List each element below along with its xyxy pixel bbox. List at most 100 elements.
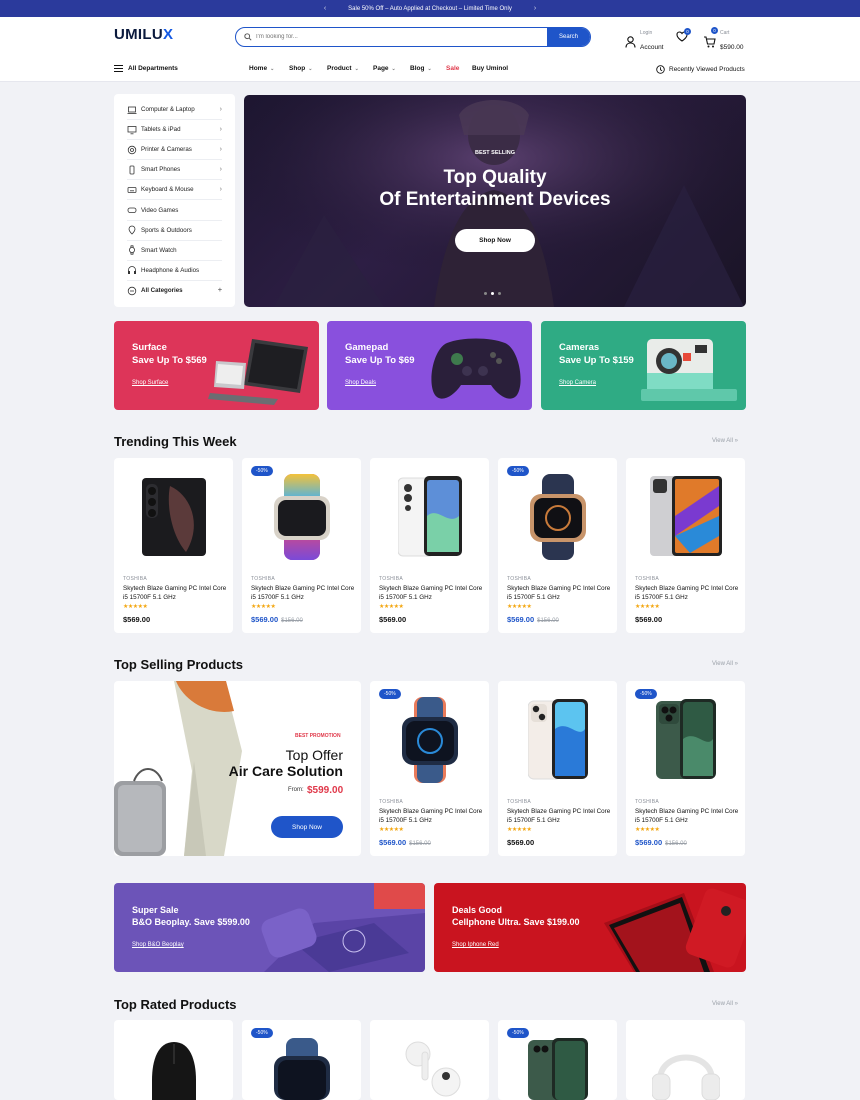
product-card[interactable]: -50% TOSHIBA Skytech Blaze Gaming PC Int…: [498, 458, 617, 633]
banner-link[interactable]: Shop Iphone Red: [452, 942, 499, 948]
nav-sale[interactable]: Sale: [446, 65, 459, 72]
promotion-card[interactable]: BEST PROMOTION Top Offer Air Care Soluti…: [114, 681, 361, 856]
hero-slider[interactable]: BEST SELLING Top Quality Of Entertainmen…: [244, 95, 746, 307]
sidebar-item-video-games[interactable]: Video Games: [127, 200, 222, 221]
sidebar-item-computer-laptop[interactable]: Computer & Laptop ›: [127, 100, 222, 121]
promo-link[interactable]: Shop Deals: [345, 380, 376, 386]
sidebar-item-label: Smart Phones: [141, 166, 181, 174]
price-current: $569.00: [379, 615, 407, 624]
product-brand: TOSHIBA: [507, 799, 531, 805]
price-original: $156.00: [537, 618, 559, 624]
trending-view-all-link[interactable]: View All »: [712, 438, 738, 444]
price-current: $569.00: [123, 615, 151, 624]
sidebar-item-printer-cameras[interactable]: Printer & Cameras ›: [127, 140, 222, 161]
product-card[interactable]: [626, 1020, 745, 1100]
product-card[interactable]: TOSHIBA Skytech Blaze Gaming PC Intel Co…: [370, 458, 489, 633]
nav-home-label: Home: [249, 65, 268, 72]
promo-link[interactable]: Shop Camera: [559, 380, 596, 386]
promo-title: Surface: [132, 342, 167, 353]
sidebar-item-label: Tablets & iPad: [141, 126, 181, 134]
banner-beoplay[interactable]: Super Sale B&O Beoplay. Save $599.00 Sho…: [114, 883, 425, 972]
nav-page[interactable]: Page ⌄: [373, 65, 396, 72]
sidebar-item-smart-phones[interactable]: Smart Phones ›: [127, 160, 222, 181]
cart-button[interactable]: 0 Cart $590.00: [703, 27, 744, 54]
product-card[interactable]: [370, 1020, 489, 1100]
product-card[interactable]: -50% TOSHIBA Skytech Blaze Gaming PC Int…: [370, 681, 489, 856]
announcement-prev-button[interactable]: ‹: [324, 5, 326, 12]
sidebar-item-sports-outdoors[interactable]: Sports & Outdoors: [127, 221, 222, 241]
nav-shop[interactable]: Shop ⌄: [289, 65, 312, 72]
sidebar-item-all-categories[interactable]: All Categories +: [127, 281, 222, 301]
product-card[interactable]: TOSHIBA Skytech Blaze Gaming PC Intel Co…: [626, 458, 745, 633]
hero-title-line2: Of Entertainment Devices: [379, 189, 611, 210]
all-departments-button[interactable]: All Departments: [114, 65, 178, 72]
chevron-right-icon: ›: [219, 186, 222, 194]
product-name[interactable]: Skytech Blaze Gaming PC Intel Core i5 15…: [379, 585, 483, 602]
hero-shop-now-button[interactable]: Shop Now: [455, 229, 535, 252]
top-selling-title: Top Selling Products: [114, 657, 244, 672]
nav-home[interactable]: Home ⌄: [249, 65, 274, 72]
product-card[interactable]: -50%: [242, 1020, 361, 1100]
product-card[interactable]: -50% TOSHIBA Skytech Blaze Gaming PC Int…: [242, 458, 361, 633]
rating-stars: ★★★★★: [379, 827, 404, 833]
product-price: $569.00: [635, 615, 662, 624]
slider-dot[interactable]: [498, 292, 501, 295]
user-icon: [625, 36, 636, 48]
sidebar-item-headphone-audios[interactable]: Headphone & Audios: [127, 261, 222, 281]
product-card[interactable]: -50%: [498, 1020, 617, 1100]
search-button[interactable]: Search: [547, 28, 590, 46]
promo-cameras[interactable]: Cameras Save Up To $159 Shop Camera: [541, 321, 746, 410]
plus-icon: +: [217, 287, 222, 295]
sidebar-item-tablets-ipad[interactable]: Tablets & iPad ›: [127, 120, 222, 141]
promo-surface[interactable]: Surface Save Up To $569 Shop Surface: [114, 321, 319, 410]
price-current: $569.00: [251, 615, 279, 624]
account-link[interactable]: Login Account: [625, 30, 664, 54]
nav-product[interactable]: Product ⌄: [327, 65, 359, 72]
product-card[interactable]: TOSHIBA Skytech Blaze Gaming PC Intel Co…: [114, 458, 233, 633]
recently-viewed-link[interactable]: Recently Viewed Products: [656, 65, 745, 74]
smartwatch-image: [530, 474, 586, 560]
product-price: $569.00 $156.00: [379, 838, 431, 847]
rating-stars: ★★★★★: [635, 604, 660, 610]
promotion-shop-now-button[interactable]: Shop Now: [271, 816, 343, 838]
slider-dot-active[interactable]: [491, 292, 494, 295]
promotion-title-line2: Air Care Solution: [228, 763, 343, 779]
sidebar-item-smart-watch[interactable]: Smart Watch: [127, 241, 222, 261]
promo-link[interactable]: Shop Surface: [132, 380, 168, 386]
sidebar-item-label: Printer & Cameras: [141, 146, 192, 154]
top-rated-view-all-link[interactable]: View All »: [712, 1001, 738, 1007]
product-name[interactable]: Skytech Blaze Gaming PC Intel Core i5 15…: [379, 808, 483, 825]
banner-iphone-red[interactable]: Deals Good Cellphone Ultra. Save $199.00…: [434, 883, 746, 972]
all-departments-label: All Departments: [128, 65, 178, 72]
product-price: $569.00: [123, 615, 150, 624]
logo[interactable]: UMILUX: [114, 26, 173, 43]
slider-dot[interactable]: [484, 292, 487, 295]
top-selling-view-all-link[interactable]: View All »: [712, 661, 738, 667]
announcement-next-button[interactable]: ›: [534, 5, 536, 12]
product-card[interactable]: -50% TOSHIBA Skytech Blaze Gaming PC Int…: [626, 681, 745, 856]
product-name[interactable]: Skytech Blaze Gaming PC Intel Core i5 15…: [635, 585, 739, 602]
nav-blog[interactable]: Blog ⌄: [410, 65, 432, 72]
product-name[interactable]: Skytech Blaze Gaming PC Intel Core i5 15…: [507, 808, 611, 825]
product-card[interactable]: TOSHIBA Skytech Blaze Gaming PC Intel Co…: [498, 681, 617, 856]
product-card[interactable]: [114, 1020, 233, 1100]
search-input[interactable]: [256, 28, 546, 46]
surface-laptop-image: [208, 339, 308, 405]
nav-buy-uminol[interactable]: Buy Uminol: [472, 65, 508, 72]
banner-link[interactable]: Shop B&O Beoplay: [132, 942, 184, 948]
promo-subtitle: Save Up To $569: [132, 355, 207, 366]
product-name[interactable]: Skytech Blaze Gaming PC Intel Core i5 15…: [507, 585, 611, 602]
promotion-kicker: BEST PROMOTION: [295, 733, 341, 739]
phone-icon: [129, 165, 135, 175]
product-price: $569.00: [379, 615, 406, 624]
promo-gamepad[interactable]: Gamepad Save Up To $69 Shop Deals: [327, 321, 532, 410]
product-name[interactable]: Skytech Blaze Gaming PC Intel Core i5 15…: [635, 808, 739, 825]
sidebar-item-label: Computer & Laptop: [141, 106, 195, 114]
chevron-right-icon: ›: [219, 106, 222, 114]
product-brand: TOSHIBA: [635, 799, 659, 805]
product-name[interactable]: Skytech Blaze Gaming PC Intel Core i5 15…: [123, 585, 227, 602]
sidebar-item-keyboard-mouse[interactable]: Keyboard & Mouse ›: [127, 180, 222, 201]
wishlist-button[interactable]: 0: [676, 28, 691, 42]
product-name[interactable]: Skytech Blaze Gaming PC Intel Core i5 15…: [251, 585, 355, 602]
sidebar-item-label: Sports & Outdoors: [141, 226, 192, 234]
